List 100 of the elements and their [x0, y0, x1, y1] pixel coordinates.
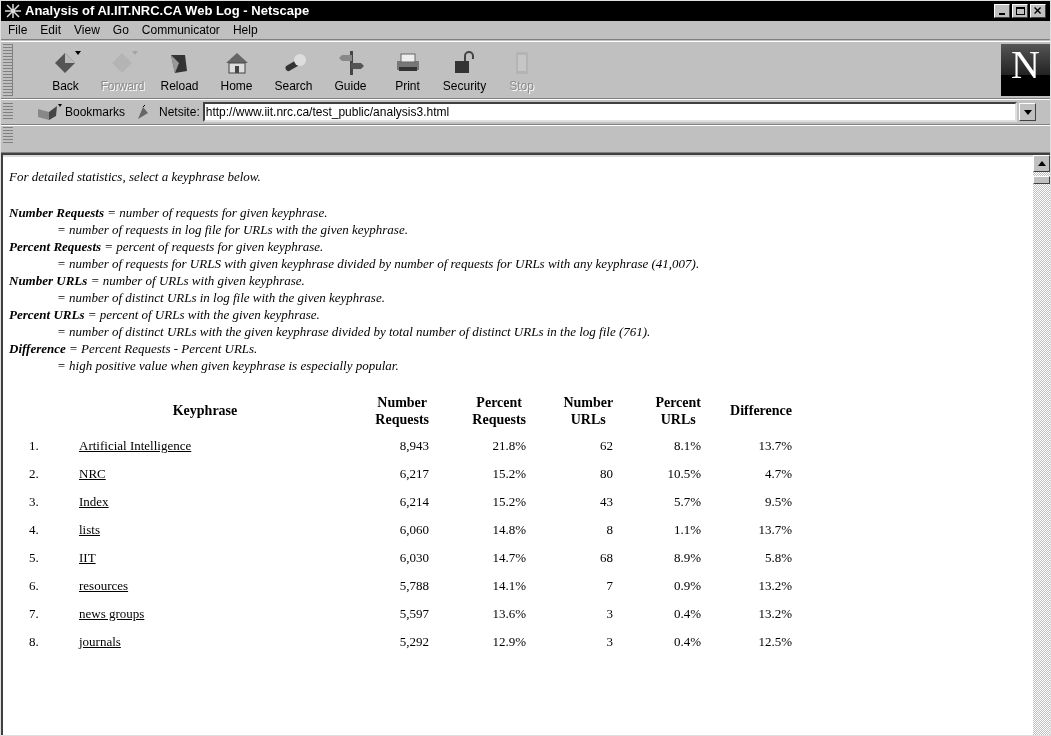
table-cell: 14.7%: [492, 549, 526, 565]
table-cell: 8.1%: [673, 437, 701, 453]
table-cell: 8,943: [399, 437, 429, 453]
table-cell: 1.1%: [673, 521, 701, 537]
table-cell: 43: [600, 493, 613, 509]
app-icon: [5, 4, 21, 18]
dropdown-button[interactable]: [1019, 103, 1036, 121]
caret-icon: [1037, 161, 1046, 166]
table-cell: 80: [600, 465, 613, 481]
column-header: Number Requests: [375, 393, 429, 428]
toolbar-grip[interactable]: [3, 127, 13, 145]
column-header: Percent Requests: [472, 393, 526, 428]
menu-item[interactable]: Help: [232, 21, 258, 39]
scrollbar[interactable]: [1033, 155, 1050, 735]
scroll-up-button[interactable]: [1033, 155, 1050, 172]
table-cell: 15.2%: [492, 465, 526, 481]
keyphrase-link[interactable]: resources: [79, 577, 129, 593]
keyphrase-link[interactable]: Artificial Intelligence: [79, 437, 192, 453]
netscape-logo: N: [1001, 44, 1050, 96]
table-cell: 15.2%: [492, 493, 526, 509]
url-field[interactable]: http://www.iit.nrc.ca/test_public/analysis3.html: [202, 102, 1017, 122]
keyphrase-link[interactable]: IIT: [79, 549, 96, 565]
table-cell: 1.: [29, 437, 39, 453]
table-cell: 2.: [29, 465, 39, 481]
table-cell: 7: [606, 577, 613, 593]
table-cell: 6.: [29, 577, 39, 593]
definition-detail: = high positive value when given keyphrase is especially popular.: [56, 356, 400, 374]
toolbar-grip[interactable]: [3, 103, 13, 121]
toolbar-button[interactable]: Search: [265, 49, 322, 95]
menu-item[interactable]: Communicator: [141, 21, 220, 39]
table-cell: 5.: [29, 549, 39, 565]
column-header: Number URLs: [563, 393, 613, 428]
table-cell: 62: [600, 437, 613, 453]
column-header: Percent URLs: [655, 393, 701, 428]
table-cell: 5.8%: [764, 549, 792, 565]
toolbar-button[interactable]: Print: [379, 49, 436, 95]
menu-item[interactable]: File: [8, 21, 28, 39]
column-header: Keyphrase: [172, 402, 238, 419]
column-header: Difference: [730, 402, 792, 419]
definition-text: Percent URLs = percent of URLs with the given keyphrase.: [9, 305, 321, 323]
bookmarks-icon[interactable]: [37, 103, 63, 121]
table-cell: 6,214: [399, 493, 429, 509]
toolbar-button[interactable]: Home: [208, 49, 265, 95]
table-cell: 8.9%: [673, 549, 701, 565]
table-cell: 4.: [29, 521, 39, 537]
definition-detail: = number of distinct URLs in log file with the given keyphrase.: [56, 288, 386, 306]
table-cell: 10.5%: [667, 465, 701, 481]
menu-item[interactable]: Edit: [40, 21, 62, 39]
table-cell: 0.4%: [673, 633, 701, 649]
table-cell: 8: [606, 521, 613, 537]
table-cell: 6,217: [399, 465, 429, 481]
toolbar-button[interactable]: Back: [37, 49, 94, 95]
table-cell: 5,788: [399, 577, 429, 593]
table-cell: 7.: [29, 605, 39, 621]
table-cell: 12.9%: [492, 633, 526, 649]
minimize-button[interactable]: [994, 4, 1010, 18]
table-cell: 5,292: [399, 633, 429, 649]
toolbar-button[interactable]: Reload: [151, 49, 208, 95]
definition-detail: = number of requests in log file for URLs with the given keyphrase.: [56, 220, 409, 238]
caret-icon: [1023, 109, 1032, 115]
table-cell: 3: [606, 633, 613, 649]
table-cell: 4.7%: [764, 465, 792, 481]
keyphrase-link[interactable]: lists: [79, 521, 100, 537]
table-cell: 5.7%: [673, 493, 701, 509]
intro-text: For detailed statistics, select a keyphrase below.: [9, 168, 262, 186]
table-cell: 21.8%: [492, 437, 526, 453]
table-cell: 68: [600, 549, 613, 565]
table-cell: 0.4%: [673, 605, 701, 621]
definition-text: Percent Requests = percent of requests for given keyphrase.: [9, 237, 325, 255]
bookmarks-button[interactable]: Bookmarks: [65, 103, 126, 121]
table-cell: 13.2%: [758, 577, 792, 593]
table-cell: 14.1%: [492, 577, 526, 593]
keyphrase-link[interactable]: news groups: [79, 605, 145, 621]
menu-item[interactable]: Go: [112, 21, 129, 39]
scroll-thumb[interactable]: [1033, 176, 1050, 184]
window-title: Analysis of AI.IIT.NRC.CA Web Log - Netscape: [25, 2, 311, 21]
keyphrase-link[interactable]: NRC: [79, 465, 106, 481]
table-cell: 14.8%: [492, 521, 526, 537]
table-cell: 8.: [29, 633, 39, 649]
keyphrase-link[interactable]: Index: [79, 493, 109, 509]
location-label: Netsite:: [159, 104, 200, 121]
table-cell: 3.: [29, 493, 39, 509]
definition-detail: = number of requests for URLS with given keyphrase divided by number of requests for URLs with any keyphrase (41,007).: [56, 254, 701, 272]
toolbar-button[interactable]: Security: [436, 49, 493, 95]
toolbar-button[interactable]: Guide: [322, 49, 379, 95]
toolbar-grip[interactable]: [3, 44, 13, 96]
table-cell: 3: [606, 605, 613, 621]
keyphrase-link[interactable]: journals: [79, 633, 121, 649]
definition-text: Number Requests = number of requests for given keyphrase.: [9, 203, 329, 221]
maximize-button[interactable]: [1012, 4, 1028, 18]
table-cell: 13.6%: [492, 605, 526, 621]
table-cell: 13.2%: [758, 605, 792, 621]
close-button[interactable]: [1030, 4, 1046, 18]
table-cell: 0.9%: [673, 577, 701, 593]
table-cell: 12.5%: [758, 633, 792, 649]
table-cell: 5,597: [399, 605, 429, 621]
definition-detail: = number of distinct URLs with the given keyphrase divided by total number of distinct URLs in the log file (761).: [56, 322, 652, 340]
definition-text: Number URLs = number of URLs with given keyphrase.: [9, 271, 306, 289]
table-cell: 6,030: [399, 549, 429, 565]
menu-item[interactable]: View: [74, 21, 100, 39]
